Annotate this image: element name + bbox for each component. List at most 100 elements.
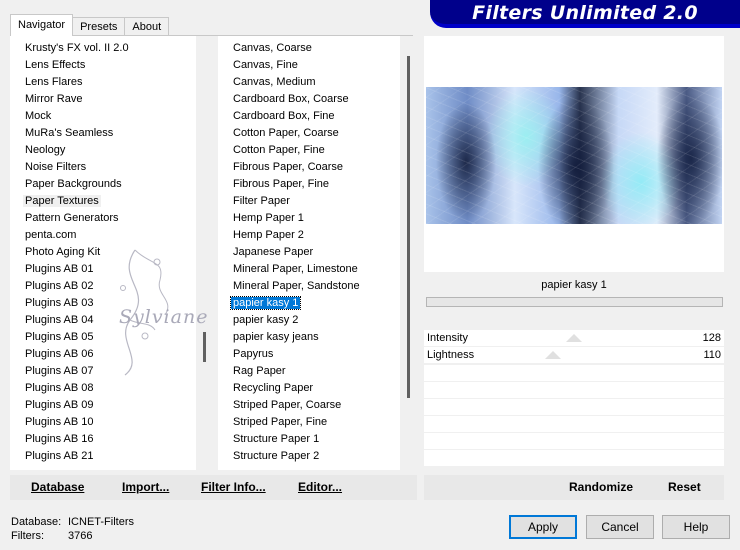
category-item[interactable]: Pattern Generators — [10, 210, 213, 227]
filter-item[interactable]: Hemp Paper 1 — [218, 210, 417, 227]
category-item-label: Krusty's FX vol. II 2.0 — [25, 42, 129, 54]
filter-item-label: Cardboard Box, Fine — [233, 110, 335, 122]
filter-item[interactable]: Cotton Paper, Coarse — [218, 125, 417, 142]
slider-empty-3 — [424, 365, 724, 381]
category-item[interactable]: Plugins AB 07 — [10, 363, 213, 380]
category-item[interactable]: Photo Aging Kit — [10, 244, 213, 261]
category-item[interactable]: Plugins AB 05 — [10, 329, 213, 346]
filter-item[interactable]: Structure Paper 1 — [218, 431, 417, 448]
filter-item-label: papier kasy jeans — [233, 331, 319, 343]
category-item-label: Plugins AB 02 — [25, 280, 94, 292]
slider-lightness-knob[interactable] — [545, 351, 561, 359]
filter-list[interactable]: Canvas, Coarse Canvas, Fine Canvas, Medium… — [218, 36, 417, 470]
randomize-button[interactable]: Randomize — [569, 475, 633, 500]
tab-about[interactable]: About — [124, 17, 170, 36]
help-button[interactable]: Help — [662, 515, 730, 539]
filter-item[interactable]: Japanese Paper — [218, 244, 417, 261]
category-list[interactable]: Krusty's FX vol. II 2.0 Lens Effects Lens … — [10, 36, 213, 470]
filter-item[interactable]: Filter Paper — [218, 193, 417, 210]
filter-item-label: Fibrous Paper, Coarse — [233, 161, 344, 173]
category-item[interactable]: Plugins AB 21 — [10, 448, 213, 465]
category-item[interactable]: Plugins AB 03 — [10, 295, 213, 312]
filter-item[interactable]: Fibrous Paper, Coarse — [218, 159, 417, 176]
category-item[interactable]: Plugins AB 02 — [10, 278, 213, 295]
category-item[interactable]: Noise Filters — [10, 159, 213, 176]
filter-item[interactable]: papier kasy jeans — [218, 329, 417, 346]
category-item[interactable]: Plugins AB 04 — [10, 312, 213, 329]
category-item[interactable]: Paper Textures — [10, 193, 213, 210]
filter-item-label: Japanese Paper — [233, 246, 314, 258]
category-item-label: Plugins AB 05 — [25, 331, 94, 343]
category-item-label: Pattern Generators — [25, 212, 119, 224]
category-item[interactable]: Plugins AB 16 — [10, 431, 213, 448]
category-item-label: Plugins AB 08 — [25, 382, 94, 394]
tab-presets[interactable]: Presets — [72, 17, 126, 36]
filter-item[interactable]: papier kasy 2 — [218, 312, 417, 329]
filter-item[interactable]: Hemp Paper 2 — [218, 227, 417, 244]
tab-navigator[interactable]: Navigator — [10, 14, 74, 36]
category-item[interactable]: Lens Effects — [10, 57, 213, 74]
category-item-label: Paper Backgrounds — [25, 178, 122, 190]
category-item[interactable]: Plugins AB 01 — [10, 261, 213, 278]
filter-item[interactable]: Striped Paper, Fine — [218, 414, 417, 431]
editor-button[interactable]: Editor... — [298, 475, 342, 500]
filter-item[interactable]: Canvas, Fine — [218, 57, 417, 74]
category-item[interactable]: Neology — [10, 142, 213, 159]
filter-item[interactable]: Canvas, Medium — [218, 74, 417, 91]
category-scrollbar[interactable] — [196, 36, 213, 470]
category-item[interactable]: Plugins AB 08 — [10, 380, 213, 397]
filter-item[interactable]: Canvas, Coarse — [218, 40, 417, 57]
filter-item[interactable]: Mineral Paper, Limestone — [218, 261, 417, 278]
import-button[interactable]: Import... — [122, 475, 169, 500]
filter-item[interactable]: Papyrus — [218, 346, 417, 363]
reset-button[interactable]: Reset — [668, 475, 701, 500]
filter-item[interactable]: Structure Paper 2 — [218, 448, 417, 465]
filter-info-button[interactable]: Filter Info... — [201, 475, 266, 500]
slider-lightness[interactable]: Lightness 110 — [424, 347, 724, 364]
filter-item[interactable]: papier kasy 1 — [218, 295, 417, 312]
filter-item[interactable]: Rag Paper — [218, 363, 417, 380]
filter-item[interactable]: Recycling Paper — [218, 380, 417, 397]
filter-item-label: Hemp Paper 1 — [233, 212, 304, 224]
filter-item[interactable]: Cotton Paper, Fine — [218, 142, 417, 159]
category-item[interactable]: Paper Backgrounds — [10, 176, 213, 193]
filter-item-label: Canvas, Medium — [233, 76, 316, 88]
category-item-label: Plugins AB 06 — [25, 348, 94, 360]
slider-intensity-knob[interactable] — [566, 334, 582, 342]
category-item[interactable]: Krusty's FX vol. II 2.0 — [10, 40, 213, 57]
category-item-label: Plugins AB 10 — [25, 416, 94, 428]
status-database-value: ICNET-Filters — [68, 516, 134, 528]
filter-scrollbar[interactable] — [400, 36, 417, 470]
category-item-label: Neology — [25, 144, 66, 156]
slider-empty-4 — [424, 382, 724, 398]
category-item-label: Mirror Rave — [25, 93, 83, 105]
category-item-label: Plugins AB 09 — [25, 399, 94, 411]
slider-empty-7 — [424, 433, 724, 449]
category-item-label: penta.com — [25, 229, 77, 241]
filter-item[interactable]: Mineral Paper, Sandstone — [218, 278, 417, 295]
category-item[interactable]: Lens Flares — [10, 74, 213, 91]
filter-item-label: Rag Paper — [233, 365, 286, 377]
filter-item-label: Papyrus — [233, 348, 274, 360]
filter-item-label: Filter Paper — [233, 195, 290, 207]
status-filters-value: 3766 — [68, 530, 93, 542]
category-item[interactable]: Mock — [10, 108, 213, 125]
category-item[interactable]: MuRa's Seamless — [10, 125, 213, 142]
filter-scroll-thumb[interactable] — [407, 56, 410, 398]
filter-item[interactable]: Striped Paper, Coarse — [218, 397, 417, 414]
status-filters-label: Filters: — [11, 530, 44, 542]
filter-item[interactable]: Cardboard Box, Fine — [218, 108, 417, 125]
category-item-label: Plugins AB 21 — [25, 450, 94, 462]
category-item[interactable]: Mirror Rave — [10, 91, 213, 108]
category-item[interactable]: Plugins AB 10 — [10, 414, 213, 431]
category-item[interactable]: Plugins AB 09 — [10, 397, 213, 414]
filter-item[interactable]: Cardboard Box, Coarse — [218, 91, 417, 108]
database-button[interactable]: Database — [31, 475, 84, 500]
category-scroll-thumb[interactable] — [203, 332, 206, 362]
category-item[interactable]: Plugins AB 06 — [10, 346, 213, 363]
apply-button[interactable]: Apply — [509, 515, 577, 539]
category-item[interactable]: penta.com — [10, 227, 213, 244]
cancel-button[interactable]: Cancel — [586, 515, 654, 539]
filter-item[interactable]: Fibrous Paper, Fine — [218, 176, 417, 193]
slider-intensity[interactable]: Intensity 128 — [424, 330, 724, 347]
